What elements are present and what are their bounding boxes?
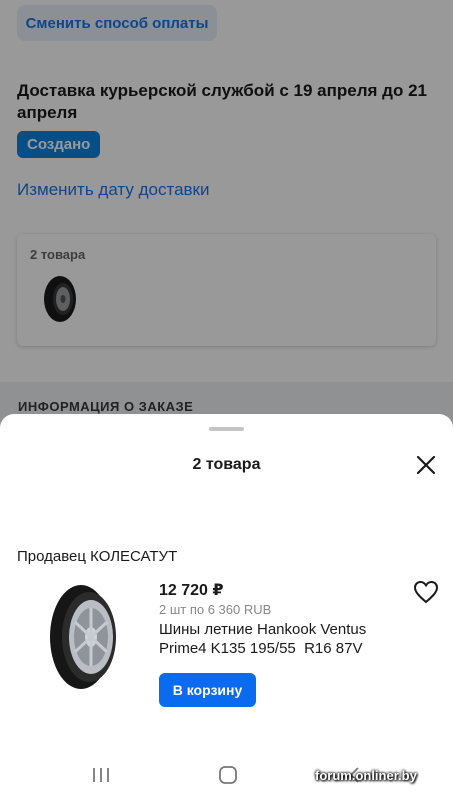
favorite-button[interactable] bbox=[412, 578, 440, 606]
items-bottom-sheet: 2 товара Продавец КОЛЕСАТУТ 12 720 ₽ 2 ш… bbox=[0, 414, 453, 800]
watermark: forum.onliner.by bbox=[315, 768, 417, 783]
sheet-title: 2 товара bbox=[192, 456, 261, 473]
close-button[interactable] bbox=[412, 451, 440, 479]
close-icon bbox=[416, 455, 436, 475]
tire-icon bbox=[50, 585, 116, 689]
home-icon bbox=[219, 766, 237, 784]
seller-label: Продавец КОЛЕСАТУТ bbox=[17, 548, 178, 565]
recent-apps-icon bbox=[93, 768, 109, 782]
product-name[interactable]: Шины летние Hankook Ventus Prime4 K135 1… bbox=[159, 620, 389, 658]
product-quantity: 2 шт по 6 360 RUB bbox=[159, 602, 272, 617]
home-button[interactable] bbox=[213, 760, 243, 790]
product-price: 12 720 ₽ bbox=[159, 582, 224, 599]
product-image[interactable] bbox=[47, 582, 123, 697]
recent-apps-button[interactable] bbox=[86, 760, 116, 790]
add-to-cart-button[interactable]: В корзину bbox=[159, 673, 256, 707]
heart-icon bbox=[413, 580, 439, 604]
drag-handle[interactable] bbox=[209, 427, 244, 431]
